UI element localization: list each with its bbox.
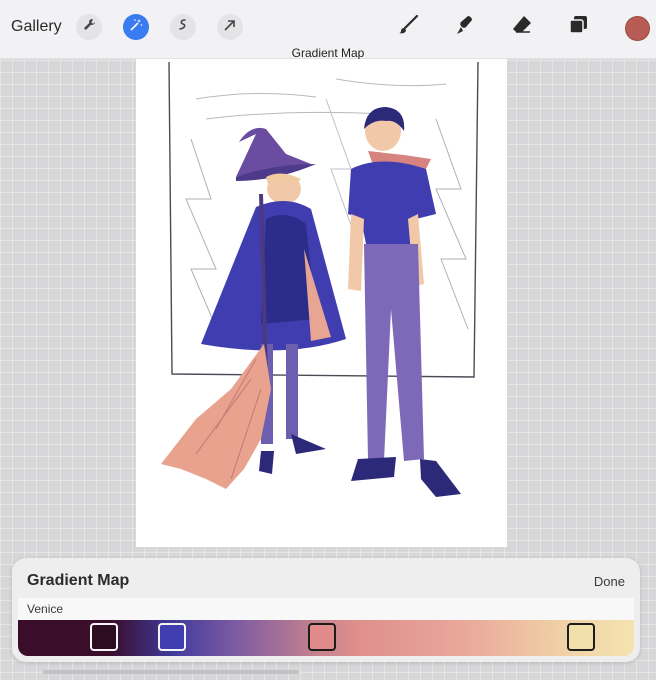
gradient-stop-4[interactable] xyxy=(567,623,595,651)
gradient-stop-2[interactable] xyxy=(158,623,186,651)
selection-icon xyxy=(175,17,191,38)
magic-wand-icon xyxy=(128,17,144,38)
color-picker-button[interactable] xyxy=(625,16,650,41)
preset-name: Venice xyxy=(27,602,64,616)
actions-button[interactable] xyxy=(76,14,102,40)
gradient-bar[interactable] xyxy=(18,620,634,656)
wrench-icon xyxy=(81,17,97,38)
brush-icon xyxy=(396,13,420,42)
layers-icon xyxy=(567,13,591,42)
transform-arrow-icon xyxy=(222,17,238,38)
done-button[interactable]: Done xyxy=(594,574,625,589)
gradient-map-panel: Gradient Map Done Venice xyxy=(12,558,640,662)
mode-title: Gradient Map xyxy=(291,46,365,60)
gallery-button[interactable]: Gallery xyxy=(11,18,62,36)
eraser-button[interactable] xyxy=(509,14,535,40)
layers-button[interactable] xyxy=(566,14,592,40)
transform-button[interactable] xyxy=(217,14,243,40)
smudge-button[interactable] xyxy=(452,14,478,40)
gradient-stop-1[interactable] xyxy=(90,623,118,651)
artwork-illustration xyxy=(161,61,479,497)
adjustments-button[interactable] xyxy=(123,14,149,40)
eraser-icon xyxy=(510,13,534,42)
selection-button[interactable] xyxy=(170,14,196,40)
panel-title: Gradient Map xyxy=(27,572,130,589)
smudge-icon xyxy=(453,13,477,42)
gradient-stop-3[interactable] xyxy=(308,623,336,651)
artwork-canvas[interactable] xyxy=(136,59,507,547)
preset-row[interactable]: Venice xyxy=(18,598,634,620)
brush-button[interactable] xyxy=(395,14,421,40)
home-indicator xyxy=(43,670,299,674)
